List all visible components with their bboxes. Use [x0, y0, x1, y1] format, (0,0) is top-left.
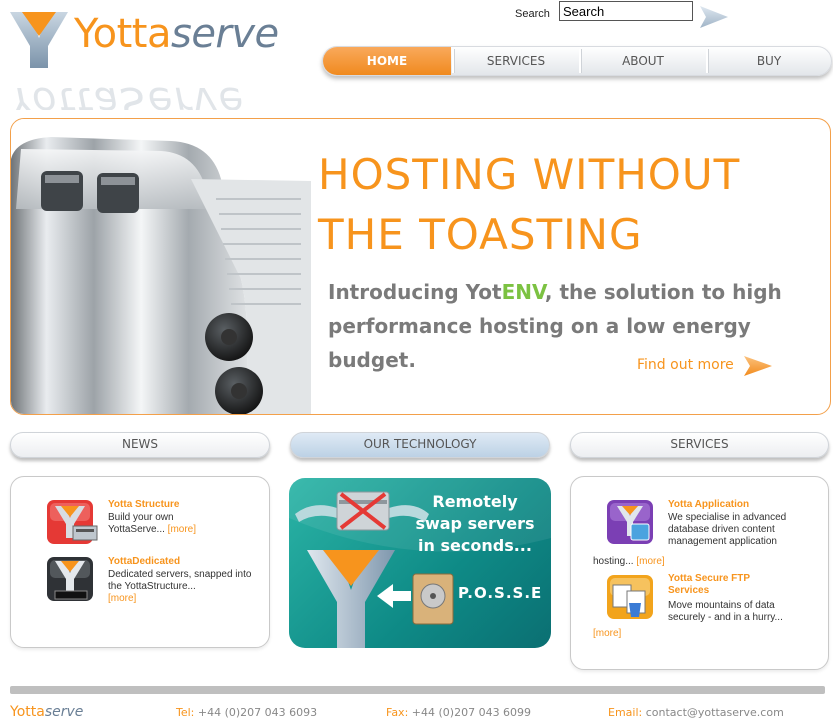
ftp-icon[interactable]: [605, 573, 657, 625]
footer-fax: Fax: +44 (0)207 043 6099: [386, 706, 531, 719]
services-item-title[interactable]: Yotta Application: [668, 499, 749, 511]
nav-buy[interactable]: BUY: [708, 47, 830, 75]
footer-email-label: Email:: [608, 706, 643, 719]
news-item-title[interactable]: YottaDedicated: [108, 556, 180, 568]
find-out-more-link[interactable]: Find out more: [637, 357, 734, 373]
yottaserve-logo-icon[interactable]: [8, 10, 70, 70]
hero-title-line2: THE TOASTING: [318, 210, 643, 259]
hero-title-line1: HOSTING WITHOUT: [318, 150, 741, 199]
services-item-more-link[interactable]: [more]: [636, 556, 664, 567]
search-input[interactable]: [559, 1, 693, 21]
news-item-text: Dedicated servers, snapped into the Yott…: [108, 569, 258, 605]
footer-email-value[interactable]: contact@yottaserve.com: [646, 706, 784, 719]
services-item-text-cont: hosting... [more]: [593, 556, 665, 568]
news-item-body: Build your own YottaServe...: [108, 512, 174, 535]
logo-reflection-text: YottaServe: [10, 78, 246, 110]
news-item-body: Dedicated servers, snapped into the Yott…: [108, 569, 252, 592]
news-header[interactable]: NEWS: [10, 432, 270, 458]
technology-headline-line3: in seconds...: [418, 536, 532, 555]
services-item-body: hosting...: [593, 556, 634, 567]
brand-name-part2: serve: [170, 11, 279, 57]
news-item-text: Build your own YottaServe... [more]: [108, 512, 198, 536]
technology-headline-line2: swap servers: [415, 514, 535, 533]
footer-tel-value: +44 (0)207 043 6093: [197, 706, 318, 719]
services-item-title[interactable]: Yotta Secure FTP Services: [668, 573, 758, 597]
news-item-more-link[interactable]: [more]: [108, 593, 136, 604]
hero-subtitle: Introducing YotENV, the solution to high…: [328, 275, 808, 377]
brand-wordmark[interactable]: Yottaserve: [74, 14, 279, 54]
footer-divider: [10, 686, 825, 694]
services-item-more-link[interactable]: [more]: [593, 628, 621, 639]
footer-telephone: Tel: +44 (0)207 043 6093: [176, 706, 317, 719]
hero-sub-highlight: ENV: [501, 280, 545, 304]
posse-badge: P.O.S.S.E: [458, 584, 543, 602]
hero-sub-prefix: Introducing Yot: [328, 280, 502, 304]
news-item-more-link[interactable]: [more]: [168, 524, 196, 535]
logo-reflection: YottaServe: [10, 70, 280, 110]
search-label: Search: [515, 8, 550, 20]
find-out-more-arrow-icon[interactable]: [742, 354, 774, 378]
services-item-text: We specialise in advanced database drive…: [668, 512, 787, 547]
hero-title: HOSTING WITHOUT THE TOASTING: [318, 145, 818, 265]
structure-icon[interactable]: [45, 498, 101, 548]
footer-email[interactable]: Email: contact@yottaserve.com: [608, 706, 784, 719]
news-item-title[interactable]: Yotta Structure: [108, 499, 180, 511]
technology-headline-line1: Remotely: [432, 492, 518, 511]
nav-services[interactable]: SERVICES: [454, 47, 578, 75]
technology-headline: Remotely swap servers in seconds...: [405, 491, 545, 557]
footer-logo[interactable]: Yottaserve: [10, 704, 83, 720]
footer-tel-label: Tel:: [176, 706, 195, 719]
toaster-image: [11, 119, 311, 414]
main-nav: HOME SERVICES ABOUT BUY: [322, 46, 832, 76]
brand-name-part1: Yotta: [74, 11, 171, 57]
dedicated-icon[interactable]: [45, 555, 101, 605]
footer-logo-part2: serve: [44, 704, 84, 720]
services-item-text: Move mountains of data securely - and in…: [668, 600, 783, 623]
application-icon[interactable]: [605, 498, 657, 548]
services-header[interactable]: SERVICES: [570, 432, 829, 458]
technology-header[interactable]: OUR TECHNOLOGY: [290, 432, 550, 458]
footer-fax-label: Fax:: [386, 706, 409, 719]
nav-about[interactable]: ABOUT: [581, 47, 705, 75]
nav-home[interactable]: HOME: [323, 47, 451, 75]
footer-logo-part1: Yotta: [10, 704, 45, 720]
footer-fax-value: +44 (0)207 043 6099: [411, 706, 532, 719]
search-go-arrow-icon[interactable]: [698, 4, 730, 30]
